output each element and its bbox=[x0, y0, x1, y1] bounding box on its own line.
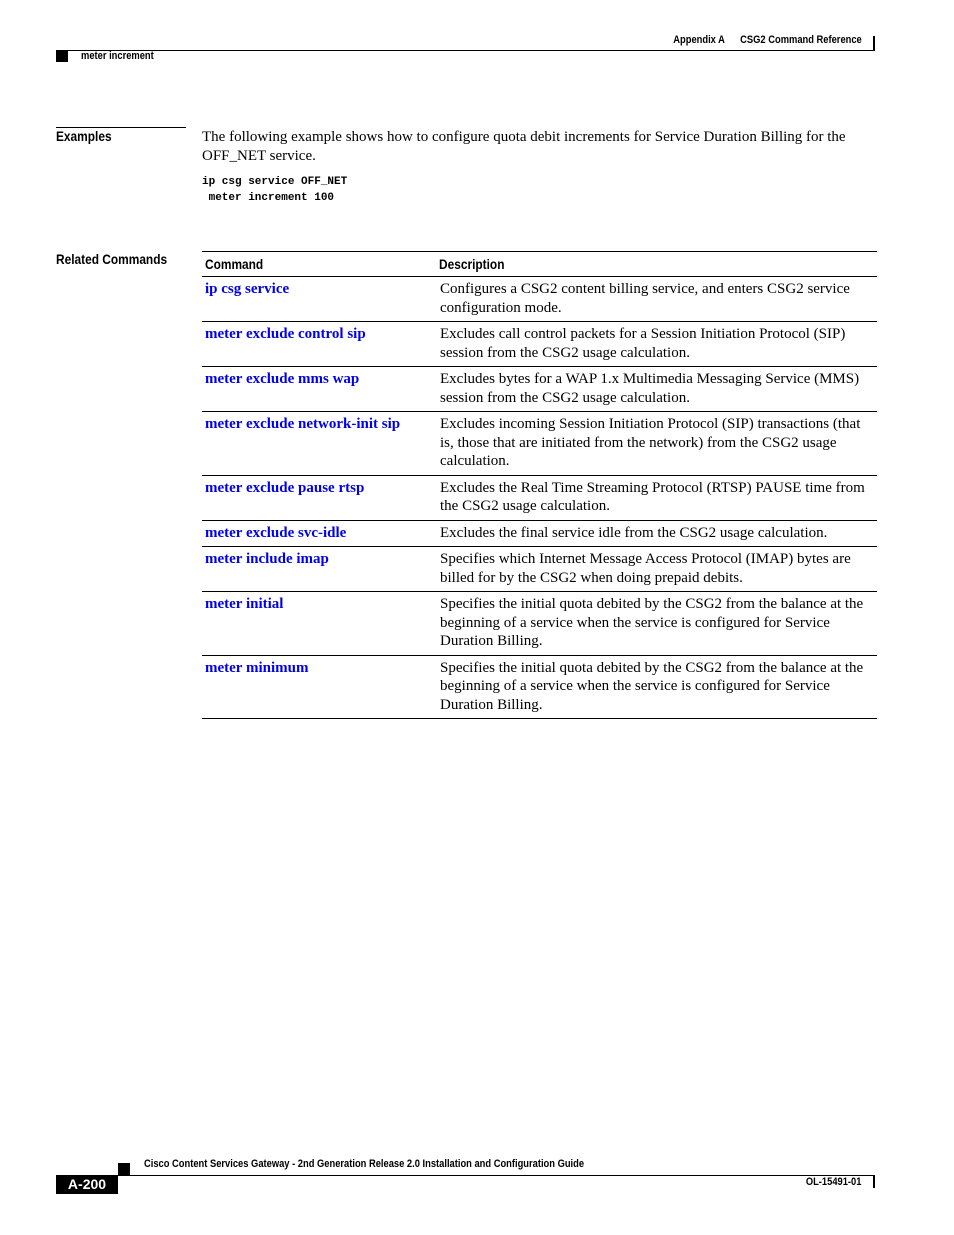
command-description: Excludes the Real Time Streaming Protoco… bbox=[436, 475, 877, 521]
table-row: meter exclude svc-idle Excludes the fina… bbox=[202, 520, 877, 547]
header-rule bbox=[56, 50, 875, 51]
command-link[interactable]: meter initial bbox=[202, 591, 436, 656]
document-number: OL-15491-01 bbox=[805, 1176, 861, 1188]
related-commands-heading: Related Commands bbox=[56, 251, 168, 267]
table-row: meter include imap Specifies which Inter… bbox=[202, 546, 877, 592]
command-description: Configures a CSG2 content billing servic… bbox=[436, 276, 877, 322]
related-commands-table: Command Description ip csg service Confi… bbox=[202, 251, 877, 719]
footer-block-marker bbox=[118, 1163, 130, 1175]
running-header: Appendix A CSG2 Command Reference bbox=[673, 34, 862, 46]
header-chapter: CSG2 Command Reference bbox=[740, 34, 862, 46]
table-row: meter initial Specifies the initial quot… bbox=[202, 591, 877, 656]
table-header-row: Command Description bbox=[202, 251, 877, 277]
command-description: Excludes bytes for a WAP 1.x Multimedia … bbox=[436, 366, 877, 412]
table-row: meter exclude control sip Excludes call … bbox=[202, 321, 877, 367]
header-block-marker bbox=[56, 51, 68, 62]
header-appendix: Appendix A bbox=[673, 34, 726, 46]
command-description: Specifies the initial quota debited by t… bbox=[436, 591, 877, 656]
command-description: Specifies which Internet Message Access … bbox=[436, 546, 877, 592]
command-description: Excludes call control packets for a Sess… bbox=[436, 321, 877, 367]
command-link[interactable]: ip csg service bbox=[202, 276, 436, 322]
table-row: meter minimum Specifies the initial quot… bbox=[202, 655, 877, 719]
command-link[interactable]: meter exclude svc-idle bbox=[202, 520, 436, 547]
command-description: Excludes incoming Session Initiation Pro… bbox=[436, 411, 877, 476]
column-header-command-label: Command bbox=[205, 255, 264, 272]
header-vertical-bar bbox=[873, 36, 875, 50]
table-row: meter exclude network-init sip Excludes … bbox=[202, 411, 877, 476]
footer-rule bbox=[118, 1175, 875, 1176]
command-link[interactable]: meter exclude network-init sip bbox=[202, 411, 436, 476]
column-header-description: Description bbox=[436, 251, 877, 277]
examples-code: ip csg service OFF_NET meter increment 1… bbox=[202, 176, 348, 204]
table-row: meter exclude pause rtsp Excludes the Re… bbox=[202, 475, 877, 521]
header-command-name: meter increment bbox=[81, 50, 154, 62]
column-header-command: Command bbox=[202, 251, 436, 277]
column-header-description-label: Description bbox=[439, 255, 505, 272]
table-row: ip csg service Configures a CSG2 content… bbox=[202, 276, 877, 322]
footer-guide-title: Cisco Content Services Gateway - 2nd Gen… bbox=[144, 1158, 585, 1170]
command-link[interactable]: meter include imap bbox=[202, 546, 436, 592]
examples-text: The following example shows how to confi… bbox=[202, 129, 846, 164]
table-row: meter exclude mms wap Excludes bytes for… bbox=[202, 366, 877, 412]
command-link[interactable]: meter exclude pause rtsp bbox=[202, 475, 436, 521]
command-description: Specifies the initial quota debited by t… bbox=[436, 655, 877, 719]
command-link[interactable]: meter exclude control sip bbox=[202, 321, 436, 367]
footer-vertical-bar bbox=[873, 1175, 875, 1188]
examples-heading: Examples bbox=[56, 128, 112, 144]
page-number: A-200 bbox=[56, 1175, 118, 1194]
command-link[interactable]: meter minimum bbox=[202, 655, 436, 719]
command-description: Excludes the final service idle from the… bbox=[436, 520, 877, 547]
command-link[interactable]: meter exclude mms wap bbox=[202, 366, 436, 412]
